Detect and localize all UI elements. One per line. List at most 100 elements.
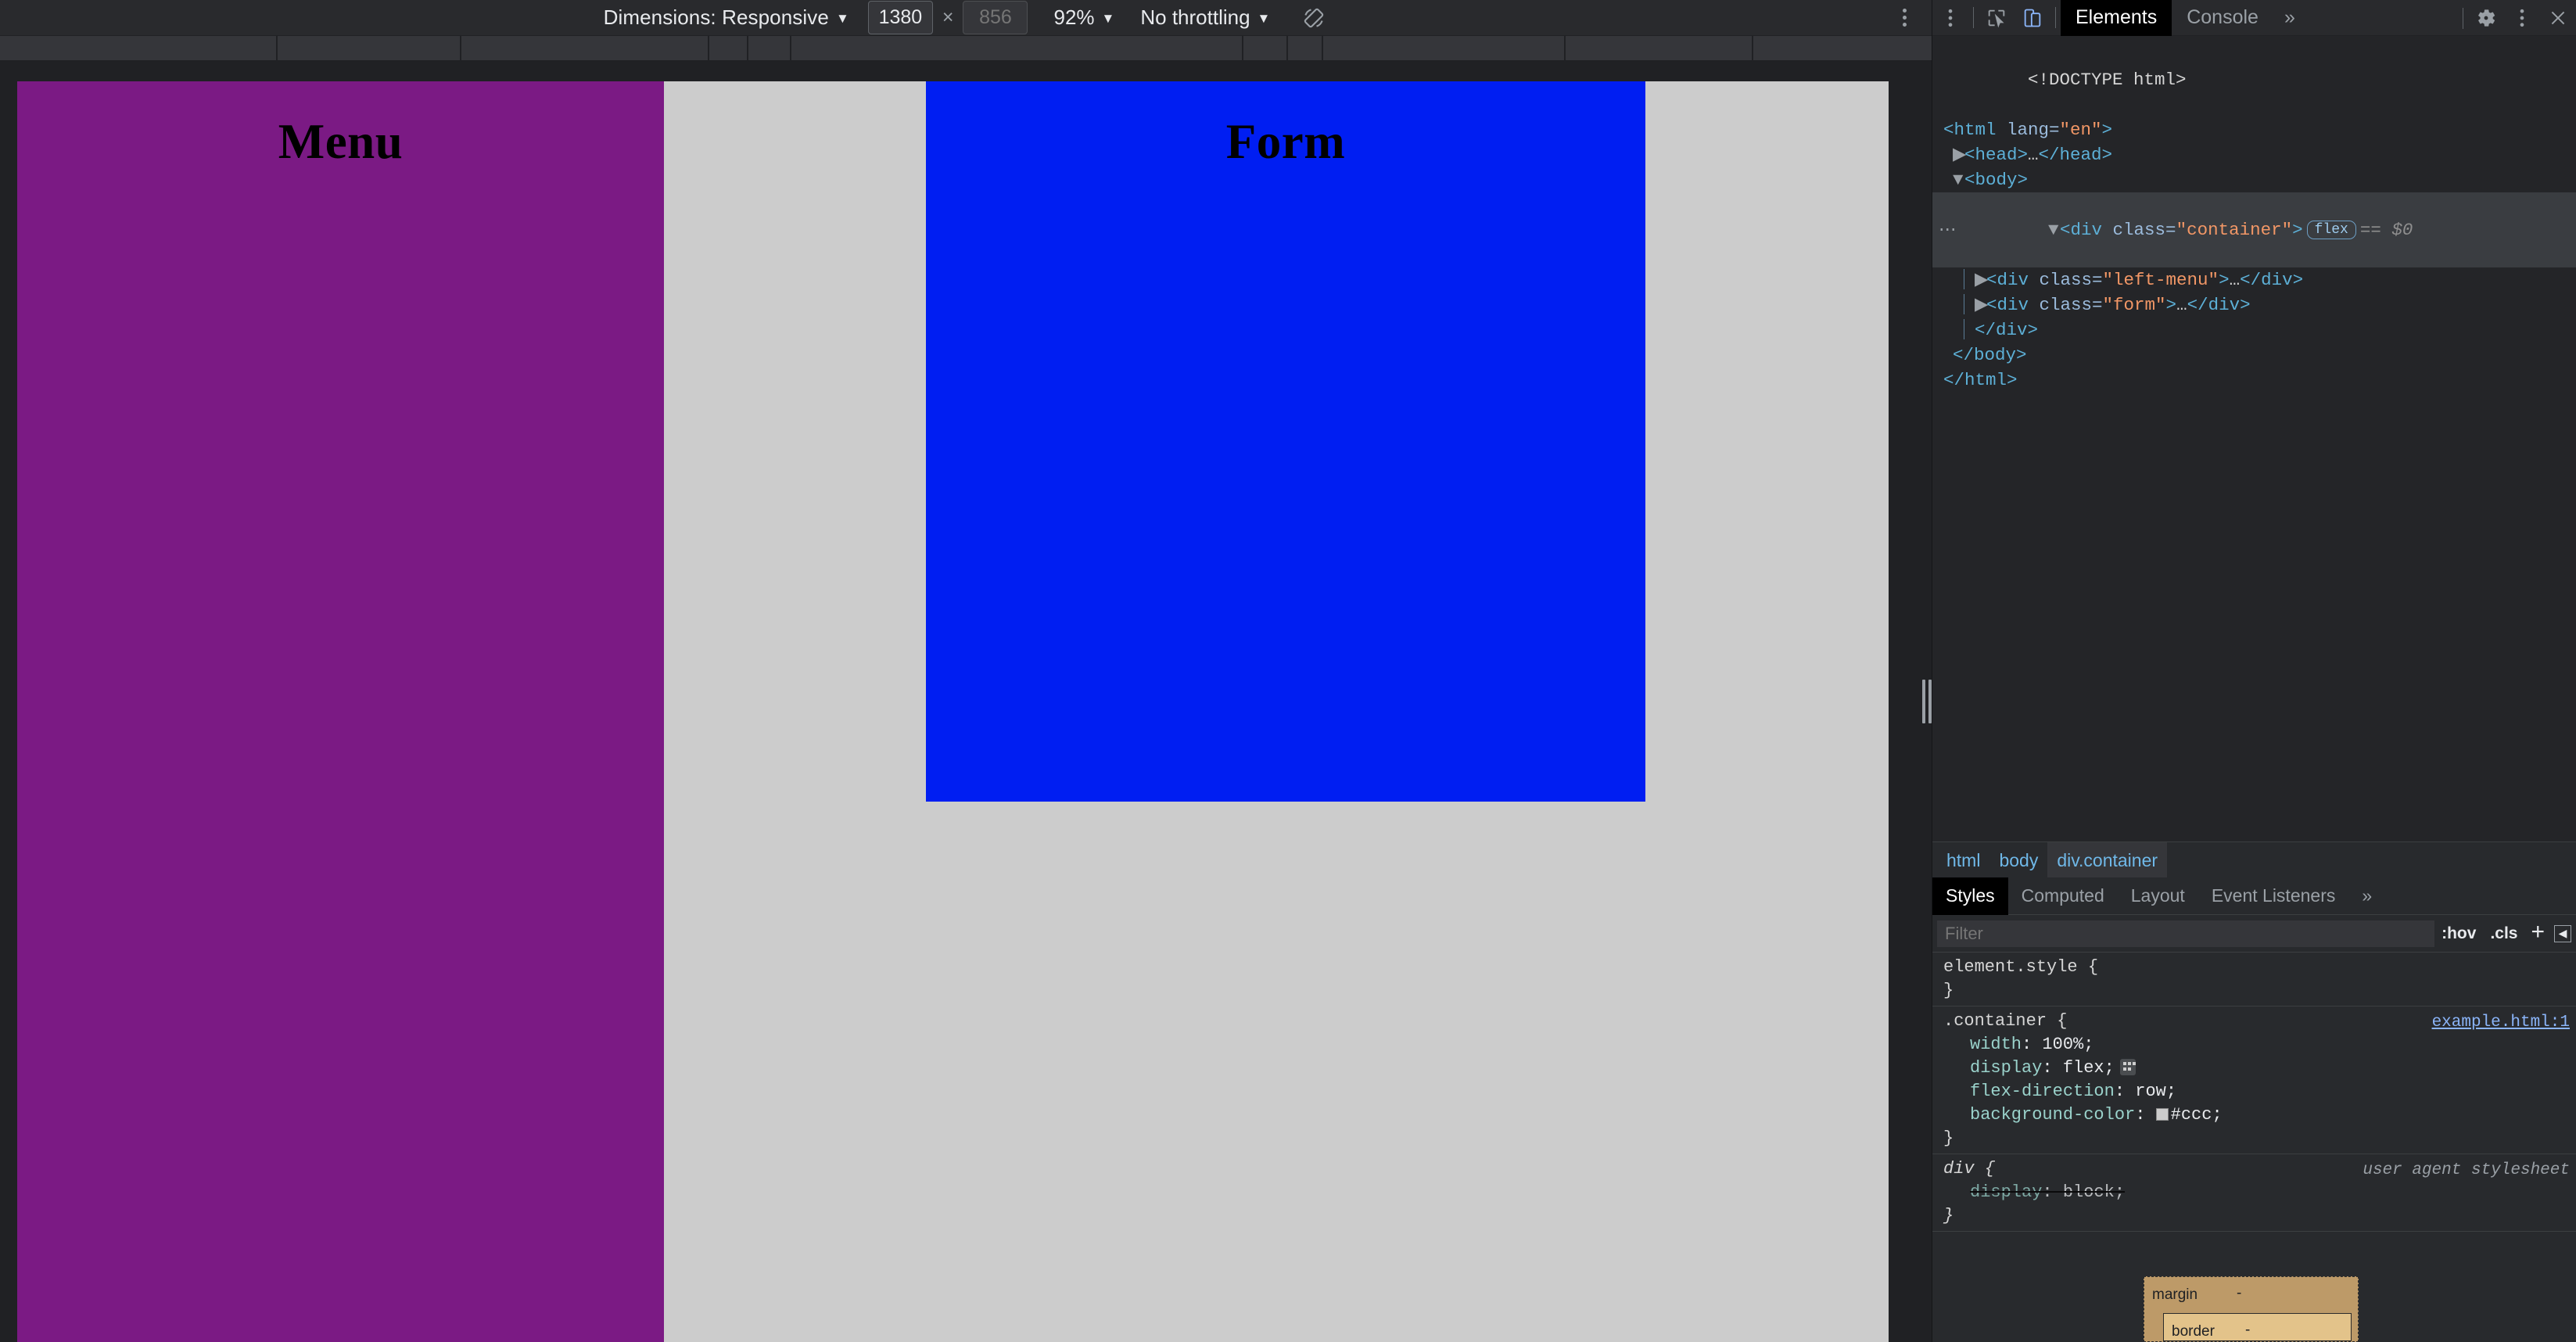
panel-resize-handle[interactable] [1922,676,1932,727]
tab-computed[interactable]: Computed [2008,877,2118,915]
box-model-border[interactable]: border - [2163,1313,2352,1341]
prop-background-color[interactable]: background-color [1970,1105,2135,1125]
breadcrumb[interactable]: html body div.container [1932,841,2576,878]
dom-line-html-open[interactable]: <html lang="en"> [1932,117,2576,142]
rotate-device-icon[interactable] [1298,2,1329,34]
tab-styles-label: Styles [1946,885,1995,906]
breadcrumb-html[interactable]: html [1937,842,1989,878]
styles-filter-bar: :hov .cls + ◀ [1932,915,2576,953]
doctype-text: <!DOCTYPE html> [2028,70,2187,90]
dom-line-doctype[interactable]: <!DOCTYPE html> [1932,42,2576,117]
breadcrumb-div-container[interactable]: div.container [2047,841,2168,878]
box-model-margin[interactable]: margin - border - [2144,1276,2359,1342]
flex-badge[interactable]: flex [2306,221,2356,239]
zoom-label: 92% [1053,5,1095,29]
prop-flex-direction[interactable]: flex-direction [1970,1082,2115,1101]
sidebar-more-tabs-icon[interactable]: » [2348,877,2385,915]
dom-line-left-menu[interactable]: ▶<div class="left-menu">…</div> [1932,267,2576,292]
style-rule-div-ua[interactable]: user agent stylesheet div { display: blo… [1932,1154,2576,1232]
tab-console[interactable]: Console [2172,0,2273,36]
box-model-margin-value[interactable]: - [2237,1282,2241,1305]
tab-styles[interactable]: Styles [1932,877,2008,915]
viewport-ruler[interactable] [0,36,1932,61]
zoom-dropdown[interactable]: 92% ▼ [1053,5,1114,30]
throttling-dropdown[interactable]: No throttling ▼ [1140,5,1270,30]
device-toolbar-more-icon[interactable] [1893,5,1916,31]
tab-layout[interactable]: Layout [2118,877,2198,915]
ruler-tick [1752,36,1753,60]
value-display-ua[interactable]: block; [2063,1182,2125,1202]
styles-sidebar-tabs: Styles Computed Layout Event Listeners » [1932,877,2576,915]
left-menu-panel: Menu [17,81,664,1342]
devtools-more-icon[interactable] [2504,1,2540,35]
dom-line-html-close[interactable]: </html> [1932,368,2576,393]
box-model-border-label: border [2172,1323,2215,1340]
color-swatch[interactable] [2155,1108,2169,1121]
styles-pane: element.style { } example.html:1 .contai… [1932,953,2576,1342]
value-flex-direction[interactable]: row; [2135,1082,2176,1101]
tab-event-listeners-label: Event Listeners [2211,885,2336,906]
declaration-background-color[interactable]: background-color: #ccc; [1943,1103,2576,1127]
device-toolbar-controls: Dimensions: Responsive ▼ × 92% ▼ No thrott… [602,1,1330,34]
form-heading: Form [1225,114,1346,169]
ruler-tick [1322,36,1323,60]
declaration-display-block[interactable]: display: block; [1943,1181,2576,1204]
chevron-down-icon: ▼ [1101,11,1115,26]
dom-line-head[interactable]: ▶<head>…</head> [1932,142,2576,167]
close-icon[interactable] [2540,1,2576,35]
value-background-color[interactable]: #ccc; [2171,1105,2223,1125]
toolbar-divider [1973,7,1974,28]
breadcrumb-body[interactable]: body [1989,842,2047,878]
dimensions-dropdown[interactable]: Dimensions: Responsive ▼ [602,5,851,30]
style-origin-link[interactable]: example.html:1 [2432,1011,2570,1035]
computed-sidebar-toggle-icon[interactable]: ◀ [2554,924,2571,942]
style-rule-container[interactable]: example.html:1 .container { width: 100%;… [1932,1006,2576,1154]
dom-line-container[interactable]: ⋯ ▼<div class="container"> flex == $0 [1932,192,2576,267]
device-toolbar-icon[interactable] [2015,1,2050,35]
new-style-rule-button[interactable]: + [2524,919,2551,946]
menu-heading: Menu [278,114,404,169]
prop-width[interactable]: width [1970,1035,2022,1054]
box-model-border-value[interactable]: - [2245,1319,2250,1342]
prop-display[interactable]: display [1970,1058,2042,1078]
element-classes-button[interactable]: .cls [2483,924,2524,943]
ruler-tick [460,36,461,60]
prop-display-ua[interactable]: display [1970,1182,2042,1202]
devtools-panel: Elements Console » <!DOCTYPE html> <html… [1932,0,2576,1342]
tab-elements[interactable]: Elements [2061,0,2172,36]
tab-layout-label: Layout [2130,885,2185,906]
multiply-symbol: × [942,6,954,28]
dom-tree[interactable]: <!DOCTYPE html> <html lang="en"> ▶<head>… [1932,36,2576,841]
box-model-margin-label: margin [2152,1286,2198,1303]
gear-icon[interactable] [2468,1,2504,35]
viewport-height-input[interactable] [963,1,1028,34]
declaration-width[interactable]: width: 100%; [1943,1033,2576,1057]
more-tabs-icon[interactable]: » [2273,6,2306,29]
hover-state-button[interactable]: :hov [2434,924,2483,943]
devtools-toolbar-right [2458,0,2576,36]
device-toolbar: Dimensions: Responsive ▼ × 92% ▼ No thrott… [0,0,1932,36]
declaration-display[interactable]: display: flex; [1943,1057,2576,1080]
form-column: Form [664,81,1889,1342]
declaration-flex-direction[interactable]: flex-direction: row; [1943,1080,2576,1103]
value-display[interactable]: flex; [2063,1058,2115,1078]
tab-event-listeners[interactable]: Event Listeners [2198,877,2349,915]
kebab-menu-icon[interactable] [1932,1,1968,35]
dom-line-form[interactable]: ▶<div class="form">…</div> [1932,292,2576,318]
devtools-window: Dimensions: Responsive ▼ × 92% ▼ No thrott… [0,0,2576,1342]
box-model-diagram[interactable]: margin - border - [2144,1276,2359,1342]
tab-elements-label: Elements [2076,6,2158,28]
dom-line-body-close[interactable]: </body> [1932,343,2576,368]
dom-ellipsis-icon[interactable]: ⋯ [1939,217,1957,242]
style-rule-element-style[interactable]: element.style { } [1932,953,2576,1006]
flex-editor-icon[interactable] [2119,1059,2136,1075]
value-width[interactable]: 100%; [2042,1035,2093,1054]
devtools-toolbar: Elements Console » [1932,0,2576,36]
selector-element-style[interactable]: element.style { [1943,956,2576,979]
styles-filter-input[interactable] [1937,920,2435,947]
inspect-element-icon[interactable] [1979,1,2015,35]
dom-line-container-close[interactable]: </div> [1932,318,2576,343]
device-emulation-area: Dimensions: Responsive ▼ × 92% ▼ No thrott… [0,0,1932,1342]
viewport-width-input[interactable] [867,1,933,34]
dom-line-body-open[interactable]: ▼<body> [1932,167,2576,192]
